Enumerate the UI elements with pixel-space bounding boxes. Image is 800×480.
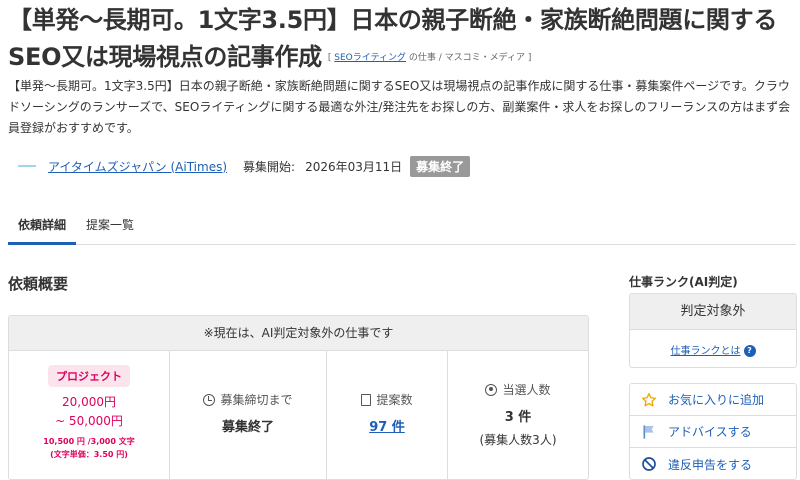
tab-request-details[interactable]: 依頼詳細 [8, 205, 77, 245]
price-min: 20,000円 [62, 395, 116, 409]
rank-heading: 仕事ランク(AI判定) [629, 275, 738, 289]
advise-button[interactable]: アドバイスする [630, 416, 796, 448]
category-link[interactable]: SEOライティング [334, 53, 406, 63]
selected-cell: 当選人数 3 件 (募集人数3人) [448, 351, 588, 479]
star-icon [640, 391, 658, 409]
client-logo [18, 161, 36, 171]
proposals-count-link[interactable]: 97 件 [327, 416, 447, 435]
start-label: 募集開始: [243, 159, 296, 174]
target-icon [485, 383, 498, 396]
project-type-pill: プロジェクト [48, 365, 130, 387]
deadline-label: 募集締切まで [220, 393, 293, 407]
question-icon[interactable]: ? [743, 345, 756, 357]
rank-panel: 判定対象外 仕事ランクとは? [629, 293, 797, 368]
client-meta: アイタイムズジャパン (AiTimes) 募集開始: 2026年03月11日 募… [18, 155, 471, 177]
deadline-cell: 募集締切まで 募集終了 [170, 351, 327, 479]
start-date: 2026年03月11日 [305, 159, 403, 174]
report-violation-label: 違反申告をする [668, 457, 753, 472]
overview-heading: 依頼概要 [8, 275, 69, 293]
selected-label: 当選人数 [502, 383, 551, 397]
rank-value: 判定対象外 [630, 294, 796, 330]
page-description: 【単発〜長期可。1文字3.5円】日本の親子断絶・家族断絶問題に関するSEO又は現… [8, 79, 791, 135]
selected-sub: (募集人数3人) [479, 433, 557, 447]
selected-value: 3 件 [504, 410, 532, 425]
clock-icon [203, 393, 216, 406]
price-max: ~ 50,000円 [55, 414, 123, 428]
client-name-link[interactable]: アイタイムズジャパン (AiTimes) [48, 158, 227, 175]
tab-bar: 依頼詳細 提案一覧 [8, 205, 796, 245]
category-breadcrumb: [ SEOライティング の仕事 / マスコミ・メディア ] [327, 52, 532, 63]
add-favorite-label: お気に入りに追加 [668, 393, 765, 407]
deadline-value: 募集終了 [221, 420, 274, 435]
flag-icon [640, 423, 658, 441]
action-list: お気に入りに追加 アドバイスする 違反申告をする [629, 383, 797, 480]
tab-proposals[interactable]: 提案一覧 [76, 205, 144, 245]
add-favorite-button[interactable]: お気に入りに追加 [630, 384, 796, 416]
title-line-1: 【単発〜長期可。1文字3.5円】日本の親子断絶・家族断絶問題に関する [8, 6, 778, 34]
advise-label: アドバイスする [668, 425, 752, 439]
prohibit-icon [640, 455, 658, 473]
budget-cell: プロジェクト 20,000円 ~ 50,000円 10,500 円 /3,000… [9, 351, 170, 479]
ai-notice-banner: ※現在は、AI判定対象外の仕事です [9, 316, 588, 351]
word-price-info: 10,500 円 /3,000 文字 [43, 437, 135, 446]
page-title: 【単発〜長期可。1文字3.5円】日本の親子断絶・家族断絶問題に関する SEO又は… [8, 2, 788, 77]
title-line-2: SEO又は現場視点の記事作成 [8, 43, 322, 71]
document-icon [361, 393, 372, 406]
proposals-label: 提案数 [376, 393, 413, 407]
status-badge: 募集終了 [410, 155, 471, 177]
overview-panel: ※現在は、AI判定対象外の仕事です プロジェクト 20,000円 ~ 50,00… [8, 315, 589, 480]
proposals-cell: 提案数 97 件 [327, 351, 448, 479]
rank-help-link[interactable]: 仕事ランクとは [671, 346, 741, 357]
word-unit-price: (文字単価：3.50 円) [50, 450, 128, 459]
report-violation-button[interactable]: 違反申告をする [630, 448, 796, 479]
